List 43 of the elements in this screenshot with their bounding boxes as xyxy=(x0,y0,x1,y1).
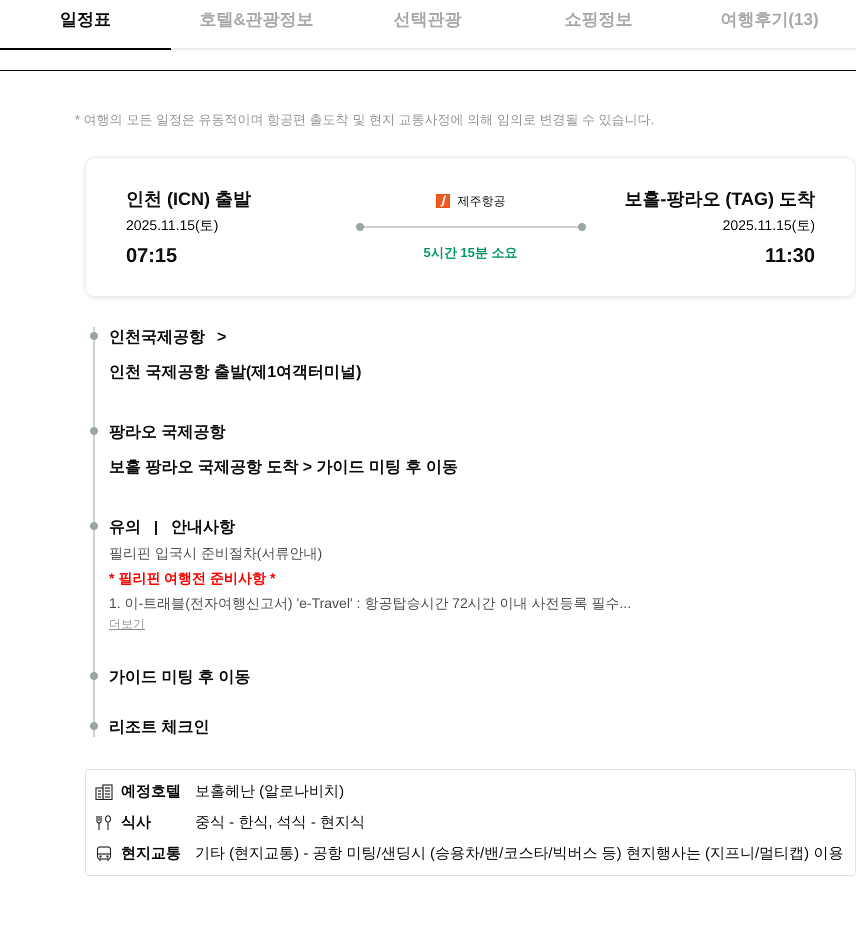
notice-subtitle: 필리핀 입국시 준비절차(서류안내) xyxy=(109,545,322,563)
timeline-dot-icon xyxy=(90,722,98,730)
tab[interactable]: 선택관광 xyxy=(342,0,513,50)
bus-icon xyxy=(95,846,113,862)
departure-place: 인천 (ICN) 출발 xyxy=(126,188,252,210)
chevron-link[interactable]: > xyxy=(217,328,226,346)
arrival-time: 11:30 xyxy=(764,244,815,268)
fork-spoon-icon xyxy=(95,814,113,830)
notice-text: 1. 이-트래블(전자여행신고서) 'e-Travel' : 항공탑승시간 72시간 이내 사전등록 필수... xyxy=(109,595,632,613)
info-value: 보홀헤난 (알로나비치) xyxy=(195,782,344,801)
tab[interactable]: 쇼핑정보 xyxy=(513,0,684,50)
tab[interactable]: 여행후기(13) xyxy=(684,0,855,50)
arrival-date: 2025.11.15(토) xyxy=(722,216,815,234)
info-value: 기타 (현지교통) - 공항 미팅/샌딩시 (승용차/밴/코스타/빅버스 등) 현지행사는 (지프니/멀티캡) 이용 xyxy=(195,844,844,863)
tab[interactable]: 일정표 xyxy=(0,0,171,50)
notice-highlight: * 필리핀 여행전 준비사항 * xyxy=(109,570,276,588)
info-label: 식사 xyxy=(121,813,152,832)
timeline-dot-icon xyxy=(90,672,98,680)
tab[interactable]: 호텔&관광정보 xyxy=(171,0,342,50)
more-link[interactable]: 더보기 xyxy=(109,616,145,633)
step-title: 팡라오 국제공항 xyxy=(109,423,226,443)
step-title: 안내사항 xyxy=(171,518,235,538)
step-title: 가이드 미팅 후 이동 xyxy=(109,668,250,688)
notice-text: * 여행의 모든 일정은 유동적이며 항공편 출도착 및 현지 교통사정에 의해 임의로 변경될 수 있습니다. xyxy=(75,111,656,129)
airline-name: 제주항공 xyxy=(458,192,506,210)
arrival-place: 보홀-팡라오 (TAG) 도착 xyxy=(624,188,815,210)
divider-bar-icon xyxy=(155,520,157,534)
timeline-dot-icon xyxy=(90,522,98,530)
step-title: 유의 xyxy=(109,518,141,538)
step-detail: 보홀 팡라오 국제공항 도착 > 가이드 미팅 후 이동 xyxy=(109,458,458,478)
info-value: 중식 - 한식, 석식 - 현지식 xyxy=(195,813,365,832)
flight-duration: 5시간 15분 소요 xyxy=(424,244,518,262)
airline-logo-icon xyxy=(436,194,450,208)
step-detail: 인천 국제공항 출발(제1여객터미널) xyxy=(109,363,362,383)
timeline-dot-icon xyxy=(90,332,98,340)
step-title: 리조트 체크인 xyxy=(109,718,210,738)
step-title: 인천국제공항 xyxy=(109,328,205,348)
info-label: 현지교통 xyxy=(121,844,182,863)
departure-date: 2025.11.15(토) xyxy=(126,216,220,234)
building-icon xyxy=(95,784,113,800)
departure-time: 07:15 xyxy=(126,244,178,268)
info-label: 예정호텔 xyxy=(121,782,182,801)
timeline-dot-icon xyxy=(90,427,98,435)
